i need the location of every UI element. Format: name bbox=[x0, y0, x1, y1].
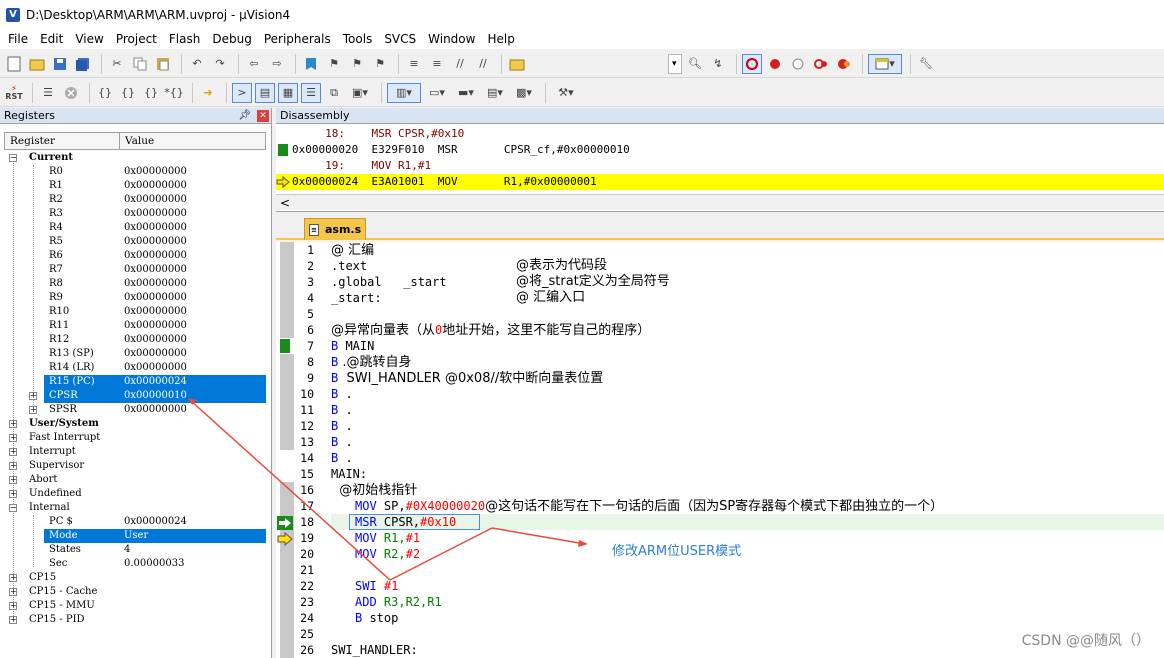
annotation-arrows bbox=[188, 398, 588, 581]
annotation-arrow-to-code bbox=[491, 527, 586, 545]
annotation-arrow-to-cpsr bbox=[189, 399, 391, 581]
annotation-text: 修改ARM位USER模式 bbox=[612, 544, 742, 559]
watermark: CSDN @@随风（） bbox=[1021, 633, 1150, 649]
